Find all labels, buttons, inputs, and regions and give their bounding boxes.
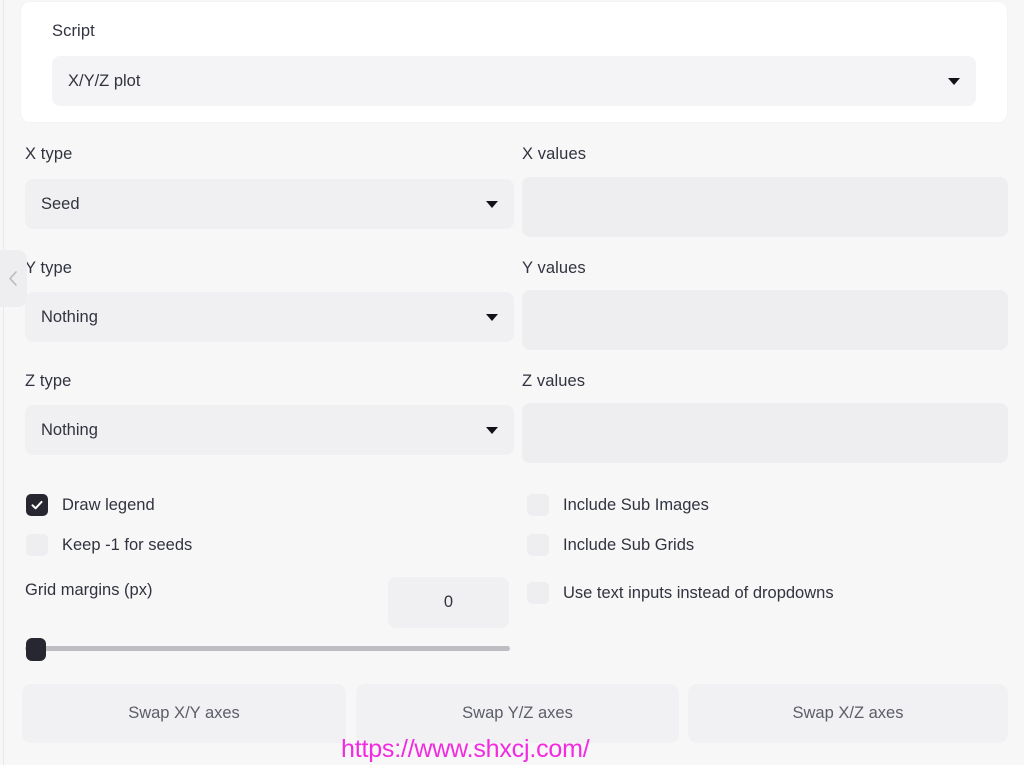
settings-panel: Script X/Y/Z plot X type Seed X values Y… <box>0 0 1024 765</box>
script-label: Script <box>52 22 95 40</box>
checkbox-draw-legend[interactable]: Draw legend <box>26 494 155 516</box>
grid-margins-value: 0 <box>443 593 454 611</box>
checkbox-label: Keep -1 for seeds <box>62 535 193 554</box>
slider-thumb[interactable] <box>26 638 46 661</box>
grid-margins-number-input[interactable]: 0 <box>388 577 509 628</box>
chevron-down-icon <box>486 200 498 208</box>
x-type-value: Seed <box>41 194 80 213</box>
x-type-dropdown[interactable]: Seed <box>25 179 514 229</box>
x-values-input[interactable] <box>522 177 1008 237</box>
checkbox-box <box>26 534 48 556</box>
chevron-left-icon <box>8 270 19 287</box>
chevron-down-icon <box>486 313 498 321</box>
script-card: Script X/Y/Z plot <box>21 2 1007 122</box>
x-type-label: X type <box>25 145 73 163</box>
z-values-input[interactable] <box>522 403 1008 463</box>
panel-left-divider <box>3 0 4 765</box>
y-values-input[interactable] <box>522 290 1008 350</box>
grid-margins-label: Grid margins (px) <box>25 581 153 599</box>
slider-track[interactable] <box>25 646 510 651</box>
x-values-label: X values <box>522 145 587 163</box>
z-type-label: Z type <box>25 372 72 390</box>
checkbox-label: Include Sub Grids <box>563 535 695 554</box>
z-type-dropdown[interactable]: Nothing <box>25 405 514 455</box>
z-type-value: Nothing <box>41 420 98 439</box>
swap-xz-button[interactable]: Swap X/Z axes <box>688 684 1008 743</box>
y-values-label: Y values <box>522 259 586 277</box>
sidebar-collapse-handle[interactable] <box>0 250 27 307</box>
checkbox-box <box>527 582 549 604</box>
checkbox-box <box>527 534 549 556</box>
z-values-label: Z values <box>522 372 586 390</box>
chevron-down-icon <box>948 77 960 85</box>
checkbox-label: Draw legend <box>62 495 155 514</box>
checkbox-include-sub-grids[interactable]: Include Sub Grids <box>527 534 694 556</box>
watermark-url: https://www.shxcj.com/ <box>341 735 590 763</box>
script-select[interactable]: X/Y/Z plot <box>52 56 976 106</box>
checkbox-label: Use text inputs instead of dropdowns <box>563 583 834 602</box>
y-type-value: Nothing <box>41 307 98 326</box>
checkbox-box <box>527 494 549 516</box>
grid-margins-slider[interactable] <box>25 634 510 664</box>
checkbox-label: Include Sub Images <box>563 495 709 514</box>
script-select-value: X/Y/Z plot <box>68 71 141 90</box>
swap-xy-button[interactable]: Swap X/Y axes <box>22 684 346 743</box>
chevron-down-icon <box>486 426 498 434</box>
y-type-dropdown[interactable]: Nothing <box>25 292 514 342</box>
y-type-label: Y type <box>25 259 73 277</box>
checkbox-keep-seeds[interactable]: Keep -1 for seeds <box>26 534 192 556</box>
checkbox-include-sub-images[interactable]: Include Sub Images <box>527 494 709 516</box>
checkbox-use-text-inputs[interactable]: Use text inputs instead of dropdowns <box>527 582 834 604</box>
checkbox-box-checked <box>26 494 48 516</box>
